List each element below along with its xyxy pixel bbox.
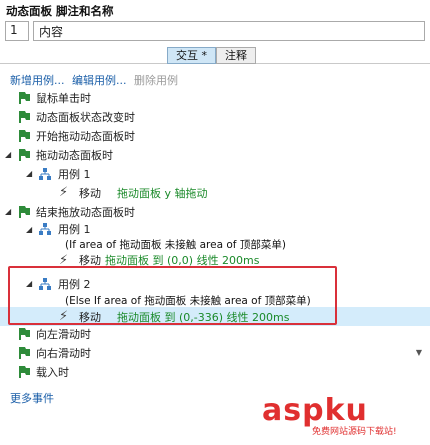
event-row-state-change[interactable]: 动态面板状态改变时 xyxy=(0,107,430,126)
case-label: 用例 1 xyxy=(58,223,91,236)
collapse-triangle-icon[interactable]: ◢ xyxy=(5,150,11,159)
name-row: 1 内容 xyxy=(5,21,425,41)
event-flag-icon xyxy=(19,110,30,123)
highlight-box xyxy=(8,266,337,325)
tab-interactions[interactable]: 交互 * xyxy=(167,47,216,64)
case-branch-icon xyxy=(39,223,51,235)
event-row-swipe-right[interactable]: 向右滑动时 ▼ xyxy=(0,343,430,362)
footnote-index-field[interactable]: 1 xyxy=(5,21,29,41)
action-verb: 移动 xyxy=(79,186,101,200)
event-flag-icon xyxy=(19,91,30,104)
case-actions: 新增用例... 编辑用例... 删除用例 xyxy=(10,72,182,88)
event-label: 结束拖放动态面板时 xyxy=(36,205,135,219)
event-row-drag-start[interactable]: 开始拖动动态面板时 xyxy=(0,126,430,145)
case-branch-icon xyxy=(39,167,51,180)
event-flag-icon xyxy=(19,148,30,161)
panel-title: 动态面板 脚注和名称 xyxy=(6,4,114,18)
panel-name-field[interactable]: 内容 xyxy=(33,21,425,41)
case-row[interactable]: ◢ 用例 1 xyxy=(0,221,430,237)
watermark-sub: 免费网站源码下载站! xyxy=(312,427,397,437)
collapse-triangle-icon[interactable]: ◢ xyxy=(5,207,11,216)
event-row-click[interactable]: 鼠标单击时 xyxy=(0,88,430,107)
event-label: 向左滑动时 xyxy=(36,327,91,341)
case-label: 用例 1 xyxy=(58,167,91,181)
case-row[interactable]: ◢ 用例 1 xyxy=(0,164,430,183)
more-events-link[interactable]: 更多事件 xyxy=(10,390,54,406)
case-condition: (If area of 拖动面板 未接触 area of 顶部菜单) xyxy=(65,239,286,251)
lightning-icon: ⚡ xyxy=(59,185,69,200)
delete-case-link: 删除用例 xyxy=(134,74,178,87)
tab-notes[interactable]: 注释 xyxy=(216,47,256,64)
event-label: 动态面板状态改变时 xyxy=(36,110,135,124)
event-row-dragging[interactable]: ◢ 拖动动态面板时 xyxy=(0,145,430,164)
collapse-triangle-icon[interactable]: ◢ xyxy=(26,225,32,234)
interaction-tree: 鼠标单击时 动态面板状态改变时 开始拖动动态面板时 ◢ 拖动动态面板时 ◢ 用例… xyxy=(0,88,430,381)
scroll-down-icon[interactable]: ▼ xyxy=(416,348,422,357)
collapse-triangle-icon[interactable]: ◢ xyxy=(26,169,32,178)
tab-bar: 交互 * 注释 xyxy=(167,47,256,64)
action-row[interactable]: ⚡ 移动 拖动面板 y 轴拖动 xyxy=(0,183,430,202)
event-flag-icon xyxy=(19,205,30,218)
new-case-link[interactable]: 新增用例... xyxy=(10,74,65,87)
action-target: 拖动面板 y 轴拖动 xyxy=(117,186,208,200)
watermark-brand: aspku xyxy=(262,393,368,428)
event-label: 拖动动态面板时 xyxy=(36,148,113,162)
event-row-swipe-left[interactable]: 向左滑动时 xyxy=(0,324,430,343)
event-row-load[interactable]: 载入时 xyxy=(0,362,430,381)
event-label: 鼠标单击时 xyxy=(36,91,91,105)
edit-case-link[interactable]: 编辑用例... xyxy=(72,74,127,87)
event-row-drag-end[interactable]: ◢ 结束拖放动态面板时 xyxy=(0,202,430,221)
event-flag-icon xyxy=(19,365,30,378)
case-condition-row: (If area of 拖动面板 未接触 area of 顶部菜单) xyxy=(0,237,430,252)
event-label: 向右滑动时 xyxy=(36,346,91,360)
event-flag-icon xyxy=(19,346,30,359)
event-flag-icon xyxy=(19,327,30,340)
event-label: 开始拖动动态面板时 xyxy=(36,129,135,143)
event-flag-icon xyxy=(19,129,30,142)
event-label: 载入时 xyxy=(36,365,69,379)
